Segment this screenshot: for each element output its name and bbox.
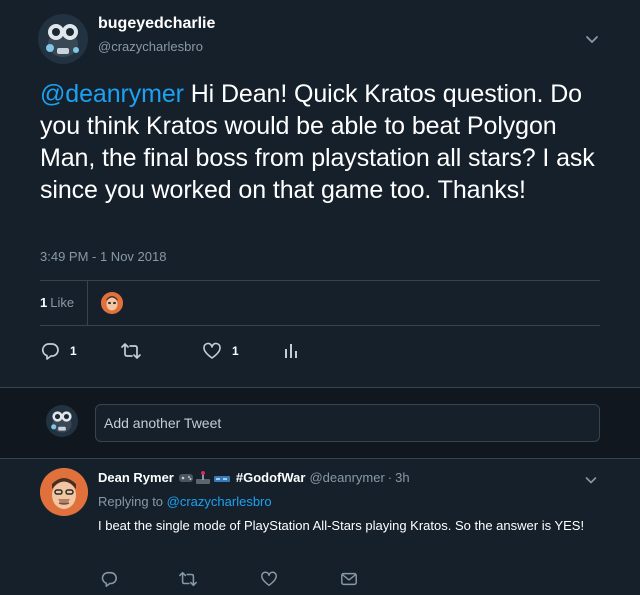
retweet-icon	[178, 570, 198, 588]
avatar[interactable]	[40, 468, 88, 516]
reply-icon	[100, 570, 118, 588]
tweet-stats: 1 Like	[40, 281, 600, 325]
user-handle[interactable]: @crazycharlesbro	[98, 39, 203, 54]
hashtag[interactable]: #GodofWar	[236, 470, 306, 485]
like-button[interactable]	[260, 568, 278, 590]
liker-avatar[interactable]	[101, 292, 123, 314]
reply-icon	[40, 341, 60, 361]
reply-button[interactable]	[100, 568, 118, 590]
reply-button[interactable]: 1	[40, 340, 77, 362]
reply-header: Dean Rymer #GodofWar @deanrymer · 3h	[98, 470, 410, 485]
separator-dot: ·	[387, 470, 393, 485]
message-icon	[340, 570, 358, 588]
reply-tweet: Dean Rymer #GodofWar @deanrymer · 3h Rep…	[0, 460, 640, 595]
like-icon	[260, 570, 278, 588]
chevron-down-icon[interactable]	[583, 30, 601, 48]
like-button[interactable]: 1	[202, 340, 239, 362]
reply-display-name[interactable]: Dean Rymer	[98, 470, 174, 485]
retweet-icon	[120, 341, 142, 361]
tweet-actions: 1 1	[40, 340, 600, 364]
display-name[interactable]: bugeyedcharlie	[98, 15, 215, 33]
like-count: 1	[232, 344, 239, 358]
reply-time[interactable]: 3h	[395, 470, 409, 485]
gamepad-emoji-icons	[178, 470, 232, 485]
analytics-button[interactable]	[283, 340, 299, 362]
likes-count: 1	[40, 295, 48, 310]
reply-handle[interactable]: @deanrymer	[309, 470, 384, 485]
replying-to: Replying to @crazycharlesbro	[98, 494, 272, 509]
divider	[87, 281, 88, 325]
reply-text: I beat the single mode of PlayStation Al…	[98, 518, 585, 533]
reply-actions	[98, 568, 598, 588]
composer-avatar	[46, 405, 78, 437]
tweet-detail-page: bugeyedcharlie @crazycharlesbro @deanrym…	[0, 0, 640, 595]
reply-count: 1	[70, 344, 77, 358]
tweet-timestamp[interactable]: 3:49 PM - 1 Nov 2018	[40, 249, 166, 264]
likes-label: Like	[50, 295, 75, 310]
chevron-down-icon[interactable]	[583, 472, 599, 488]
divider	[40, 325, 600, 326]
replying-to-handle[interactable]: @crazycharlesbro	[167, 494, 272, 509]
retweet-button[interactable]	[178, 568, 198, 590]
avatar[interactable]	[38, 14, 88, 64]
retweet-button[interactable]	[120, 340, 142, 362]
tweet-text: @deanrymer Hi Dean! Quick Kratos questio…	[40, 78, 610, 206]
replying-to-label: Replying to	[98, 494, 167, 509]
add-tweet-input[interactable]	[95, 404, 600, 442]
analytics-icon	[283, 341, 299, 361]
message-button[interactable]	[340, 568, 358, 590]
like-icon	[202, 341, 222, 361]
main-tweet: bugeyedcharlie @crazycharlesbro @deanrym…	[0, 0, 640, 386]
mention-link[interactable]: @deanrymer	[40, 80, 184, 108]
likes-stat[interactable]: 1 Like	[40, 295, 74, 310]
